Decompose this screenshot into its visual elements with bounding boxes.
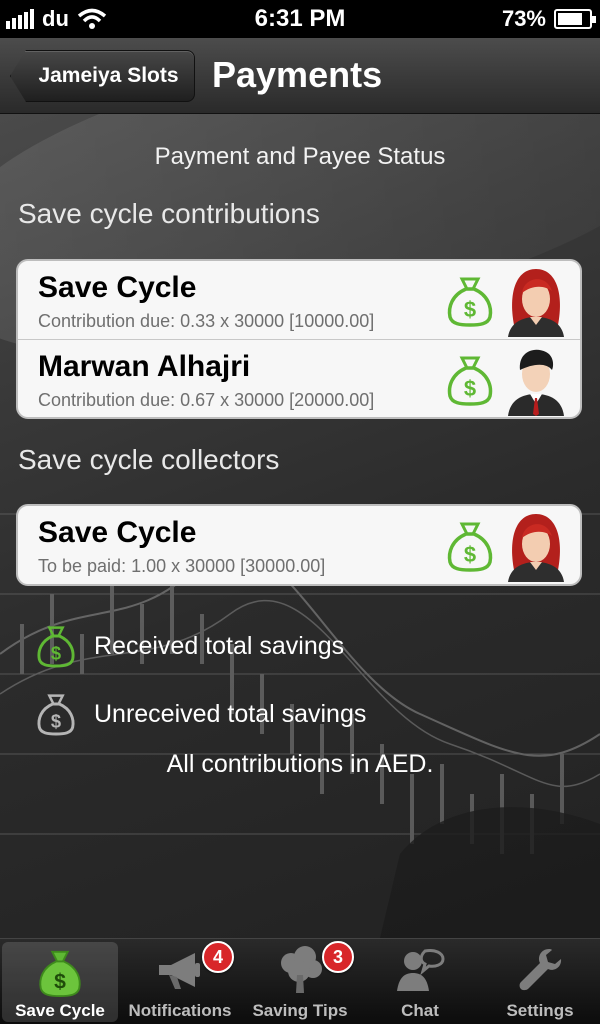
money-bag-icon: $ (39, 950, 81, 998)
member-name: Save Cycle (38, 516, 197, 549)
page-title: Payments (212, 54, 383, 95)
tab-label: Settings (506, 1001, 574, 1020)
female-avatar-icon (508, 269, 564, 337)
chat-icon (397, 949, 445, 991)
payout-detail: To be paid: 1.00 x 30000 [30000.00] (38, 556, 326, 576)
contribution-detail: Contribution due: 0.33 x 30000 [10000.00… (38, 311, 375, 331)
wrench-icon (519, 949, 562, 991)
legend-received: $ Received total savings (36, 622, 344, 670)
female-avatar-icon (508, 514, 564, 582)
collectors-list: Save Cycle To be paid: 1.00 x 30000 [300… (16, 504, 582, 586)
contributions-heading: Save cycle contributions (18, 198, 320, 229)
male-avatar-icon (508, 349, 564, 416)
member-name: Save Cycle (38, 271, 197, 304)
contributions-list: Save Cycle Contribution due: 0.33 x 3000… (16, 259, 582, 419)
megaphone-icon (159, 953, 200, 989)
money-bag-unreceived-icon: $ (37, 694, 75, 736)
tab-label: Notifications (128, 1001, 232, 1020)
notifications-count-badge: 4 (202, 941, 234, 973)
collectors-heading: Save cycle collectors (18, 444, 280, 475)
navigation-bar: Jameiya Slots Payments (0, 38, 600, 114)
tab-saving-tips[interactable]: 3 Saving Tips (240, 939, 360, 1024)
legend-unreceived: $ Unreceived total savings (36, 690, 366, 738)
list-item[interactable]: Marwan Alhajri Contribution due: 0.67 x … (18, 339, 580, 417)
member-name: Marwan Alhajri (38, 350, 251, 383)
tab-label: Save Cycle (15, 1001, 105, 1020)
legend-unreceived-label: Unreceived total savings (94, 699, 367, 728)
tab-label: Chat (401, 1001, 439, 1020)
tab-bar: $ Save Cycle 4 Notifications 3 Saving Ti… (0, 938, 600, 1024)
contribution-detail: Contribution due: 0.67 x 30000 [20000.00… (38, 390, 375, 410)
status-subtitle: Payment and Payee Status (154, 143, 446, 170)
money-bag-received-icon: $ (447, 277, 493, 327)
svg-text:$: $ (464, 542, 476, 567)
svg-text:$: $ (464, 376, 476, 401)
list-item[interactable]: Save Cycle Contribution due: 0.33 x 3000… (18, 261, 580, 339)
svg-text:$: $ (51, 642, 61, 663)
money-bag-received-icon: $ (37, 626, 75, 668)
svg-text:$: $ (54, 970, 66, 993)
currency-note: All contributions in AED. (166, 750, 434, 778)
status-bar: du 6:31 PM 73% (0, 0, 600, 38)
battery-percent: 73% (501, 6, 546, 31)
battery-icon (554, 9, 596, 29)
tab-notifications[interactable]: 4 Notifications (120, 939, 240, 1024)
svg-text:$: $ (464, 297, 476, 322)
svg-text:$: $ (51, 710, 61, 731)
tab-label: Saving Tips (252, 1001, 348, 1020)
back-button[interactable]: Jameiya Slots (10, 50, 195, 102)
money-bag-received-icon: $ (447, 522, 493, 572)
legend-received-label: Received total savings (94, 631, 345, 660)
tab-settings[interactable]: Settings (480, 939, 600, 1024)
tab-chat[interactable]: Chat (360, 939, 480, 1024)
money-bag-received-icon: $ (447, 356, 493, 406)
tab-save-cycle[interactable]: $ Save Cycle (2, 942, 118, 1022)
tree-icon (281, 946, 322, 993)
saving-tips-count-badge: 3 (322, 941, 354, 973)
list-item[interactable]: Save Cycle To be paid: 1.00 x 30000 [300… (18, 506, 580, 584)
